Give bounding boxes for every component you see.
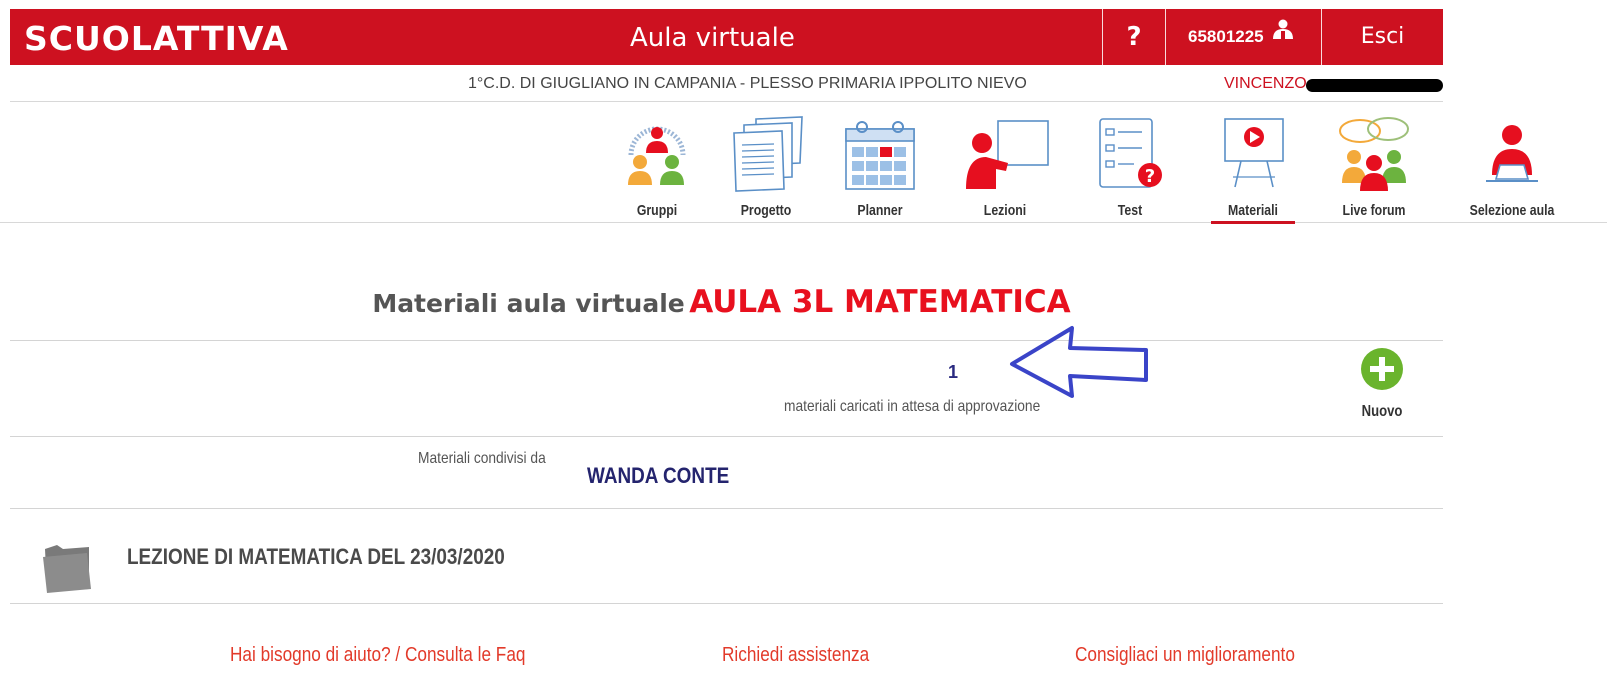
- nav-item-gruppi[interactable]: Gruppi: [607, 115, 707, 221]
- folder-icon: [43, 545, 91, 593]
- nav-item-live-forum[interactable]: Live forum: [1324, 115, 1424, 221]
- nav-item-selezione-aula[interactable]: Selezione aula: [1447, 115, 1577, 221]
- logout-button[interactable]: Esci: [1322, 9, 1443, 65]
- nav-label: Progetto: [740, 202, 792, 219]
- school-name: 1°C.D. DI GIUGLIANO IN CAMPANIA - PLESSO…: [468, 75, 1027, 92]
- nav-label: Test: [1117, 202, 1143, 219]
- page-title: Materiali aula virtuale AULA 3L MATEMATI…: [0, 284, 1443, 320]
- user-account-button[interactable]: 65801225: [1166, 9, 1321, 65]
- pending-count[interactable]: 1: [948, 362, 958, 383]
- shared-by-name[interactable]: WANDA CONTE: [587, 463, 729, 489]
- main-navigation: Gruppi Progetto Planner Lezioni ? Test M…: [0, 103, 1607, 224]
- user-icon: [1272, 6, 1294, 62]
- nav-item-progetto[interactable]: Progetto: [716, 115, 816, 221]
- divider: [10, 340, 1443, 341]
- nav-item-planner[interactable]: Planner: [830, 115, 930, 221]
- documents-icon: [733, 116, 803, 192]
- shared-by-label: Materiali condivisi da: [418, 450, 546, 467]
- plus-circle-icon: [1361, 348, 1403, 390]
- teacher-board-icon: [966, 120, 1049, 189]
- user-id: 65801225: [1188, 27, 1264, 46]
- groups-icon: [628, 126, 686, 185]
- page-title-text: Materiali aula virtuale: [372, 289, 685, 318]
- nav-item-lezioni[interactable]: Lezioni: [955, 115, 1055, 221]
- annotation-arrow-icon: [1010, 326, 1148, 398]
- suggest-improvement-link[interactable]: Consigliaci un miglioramento: [1075, 644, 1295, 667]
- list-item[interactable]: LEZIONE DI MATEMATICA DEL 23/03/2020: [10, 525, 1443, 595]
- school-info-bar: 1°C.D. DI GIUGLIANO IN CAMPANIA - PLESSO…: [10, 65, 1443, 102]
- help-faq-link[interactable]: Hai bisogno di aiuto? / Consulta le Faq: [230, 644, 525, 667]
- calendar-icon: [845, 121, 915, 190]
- nav-label: Gruppi: [636, 202, 678, 219]
- nav-label: Live forum: [1342, 202, 1406, 219]
- nav-item-materiali[interactable]: Materiali: [1203, 115, 1303, 224]
- redacted-surname: [1306, 79, 1443, 92]
- request-assistance-link[interactable]: Richiedi assistenza: [722, 644, 869, 667]
- class-name: AULA 3L MATEMATICA: [689, 284, 1071, 320]
- svg-text:?: ?: [1145, 166, 1155, 187]
- active-tab-indicator: [1211, 221, 1295, 224]
- top-bar: SCUOLATTIVA Aula virtuale ? 65801225 Esc…: [10, 9, 1443, 65]
- video-board-icon: [1224, 118, 1284, 188]
- divider: [10, 508, 1443, 509]
- material-title: LEZIONE DI MATEMATICA DEL 23/03/2020: [127, 544, 505, 569]
- divider: [10, 603, 1443, 604]
- test-sheet-icon: ?: [1099, 118, 1162, 188]
- chat-people-icon: [1339, 117, 1409, 191]
- user-name: VINCENZO: [1224, 75, 1307, 92]
- nav-label: Materiali: [1228, 202, 1278, 219]
- nav-label: Lezioni: [983, 202, 1027, 219]
- nav-label: Selezione aula: [1469, 202, 1555, 219]
- divider: [10, 436, 1443, 437]
- app-title: Aula virtuale: [630, 23, 795, 53]
- scuolattiva-logo[interactable]: SCUOLATTIVA: [24, 19, 289, 59]
- help-button[interactable]: ?: [1103, 9, 1165, 65]
- user-laptop-icon: [1486, 125, 1538, 182]
- nav-item-test[interactable]: ? Test: [1080, 115, 1180, 221]
- nav-label: Planner: [857, 202, 903, 219]
- new-material-button[interactable]: Nuovo: [1350, 347, 1414, 427]
- pending-label: materiali caricati in attesa di approvaz…: [784, 398, 1041, 415]
- new-material-label: Nuovo: [1361, 403, 1403, 420]
